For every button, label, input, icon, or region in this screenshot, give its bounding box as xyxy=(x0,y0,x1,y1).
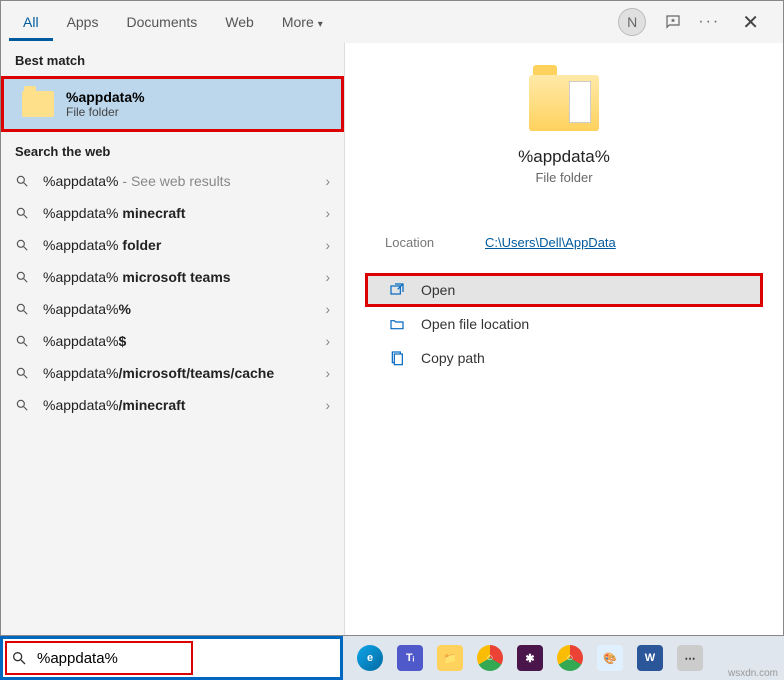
search-icon xyxy=(15,174,31,188)
action-open[interactable]: Open xyxy=(365,273,763,307)
copy-icon xyxy=(389,350,407,366)
folder-icon xyxy=(22,91,54,117)
taskbar-edge-icon[interactable]: e xyxy=(357,645,383,671)
search-icon xyxy=(15,334,31,348)
action-copy-path[interactable]: Copy path xyxy=(365,341,763,375)
suggestion-text: %appdata% - See web results xyxy=(43,173,325,189)
location-label: Location xyxy=(385,235,485,250)
best-match-title: %appdata% xyxy=(66,89,145,105)
best-match-label: Best match xyxy=(1,43,344,74)
location-row: Location C:\Users\Dell\AppData xyxy=(365,225,763,260)
preview-title: %appdata% xyxy=(518,147,610,167)
chevron-right-icon: › xyxy=(325,333,330,349)
taskbar-extra-icon[interactable]: ⋯ xyxy=(677,645,703,671)
suggestion-text: %appdata%$ xyxy=(43,333,325,349)
best-match-result[interactable]: %appdata% File folder xyxy=(1,76,344,132)
search-icon xyxy=(15,398,31,412)
suggestion-text: %appdata%/microsoft/teams/cache xyxy=(43,365,325,381)
tab-documents[interactable]: Documents xyxy=(112,4,211,41)
preview-subtitle: File folder xyxy=(535,170,592,185)
chevron-right-icon: › xyxy=(325,173,330,189)
chevron-right-icon: › xyxy=(325,301,330,317)
web-suggestion[interactable]: %appdata%/microsoft/teams/cache › xyxy=(1,357,344,389)
tab-apps[interactable]: Apps xyxy=(53,4,113,41)
taskbar-chrome-icon[interactable]: ○ xyxy=(477,645,503,671)
chevron-right-icon: › xyxy=(325,269,330,285)
location-link[interactable]: C:\Users\Dell\AppData xyxy=(485,235,616,250)
web-suggestion[interactable]: %appdata% minecraft › xyxy=(1,197,344,229)
search-icon xyxy=(15,238,31,252)
action-open-file-location[interactable]: Open file location xyxy=(365,307,763,341)
web-suggestion[interactable]: %appdata%% › xyxy=(1,293,344,325)
web-suggestion[interactable]: %appdata% - See web results › xyxy=(1,165,344,197)
results-panel: Best match %appdata% File folder Search … xyxy=(1,43,344,635)
search-icon xyxy=(11,650,27,666)
web-suggestion[interactable]: %appdata% microsoft teams › xyxy=(1,261,344,293)
taskbar-chrome2-icon[interactable]: ○ xyxy=(557,645,583,671)
feedback-icon[interactable] xyxy=(664,13,682,31)
search-icon xyxy=(15,366,31,380)
taskbar-row: e Tᵢ 📁 ○ ✱ ○ 🎨 W ⋯ xyxy=(0,636,784,680)
tab-all[interactable]: All xyxy=(9,4,53,41)
chevron-right-icon: › xyxy=(325,237,330,253)
web-suggestion[interactable]: %appdata%$ › xyxy=(1,325,344,357)
suggestion-text: %appdata% minecraft xyxy=(43,205,325,221)
taskbar-slack-icon[interactable]: ✱ xyxy=(517,645,543,671)
search-window: All Apps Documents Web More▾ N ··· ✕ Bes… xyxy=(0,0,784,636)
watermark: wsxdn.com xyxy=(728,668,778,679)
action-open-location-label: Open file location xyxy=(421,316,529,332)
web-suggestion[interactable]: %appdata%/minecraft › xyxy=(1,389,344,421)
taskbar-explorer-icon[interactable]: 📁 xyxy=(437,645,463,671)
chevron-down-icon: ▾ xyxy=(318,19,323,30)
suggestion-text: %appdata% folder xyxy=(43,237,325,253)
preview-panel: %appdata% File folder Location C:\Users\… xyxy=(344,43,783,635)
search-web-label: Search the web xyxy=(1,134,344,165)
more-options-icon[interactable]: ··· xyxy=(700,13,718,31)
user-avatar[interactable]: N xyxy=(618,8,646,36)
taskbar-paint-icon[interactable]: 🎨 xyxy=(597,645,623,671)
chevron-right-icon: › xyxy=(325,205,330,221)
web-suggestion[interactable]: %appdata% folder › xyxy=(1,229,344,261)
search-box[interactable] xyxy=(0,636,343,680)
search-icon xyxy=(15,302,31,316)
search-input[interactable] xyxy=(37,650,332,667)
folder-large-icon xyxy=(529,75,599,131)
tab-more[interactable]: More▾ xyxy=(268,4,337,41)
best-match-subtitle: File folder xyxy=(66,105,145,119)
taskbar: e Tᵢ 📁 ○ ✱ ○ 🎨 W ⋯ xyxy=(343,636,784,680)
chevron-right-icon: › xyxy=(325,397,330,413)
taskbar-word-icon[interactable]: W xyxy=(637,645,663,671)
search-icon xyxy=(15,270,31,284)
suggestion-text: %appdata%/minecraft xyxy=(43,397,325,413)
search-icon xyxy=(15,206,31,220)
close-button[interactable]: ✕ xyxy=(736,10,765,35)
open-icon xyxy=(389,282,407,298)
action-open-label: Open xyxy=(421,282,455,298)
folder-open-icon xyxy=(389,316,407,332)
suggestion-text: %appdata% microsoft teams xyxy=(43,269,325,285)
taskbar-teams-icon[interactable]: Tᵢ xyxy=(397,645,423,671)
filter-tabs: All Apps Documents Web More▾ N ··· ✕ xyxy=(1,1,783,43)
tab-web[interactable]: Web xyxy=(211,4,268,41)
action-copy-path-label: Copy path xyxy=(421,350,485,366)
chevron-right-icon: › xyxy=(325,365,330,381)
suggestion-text: %appdata%% xyxy=(43,301,325,317)
